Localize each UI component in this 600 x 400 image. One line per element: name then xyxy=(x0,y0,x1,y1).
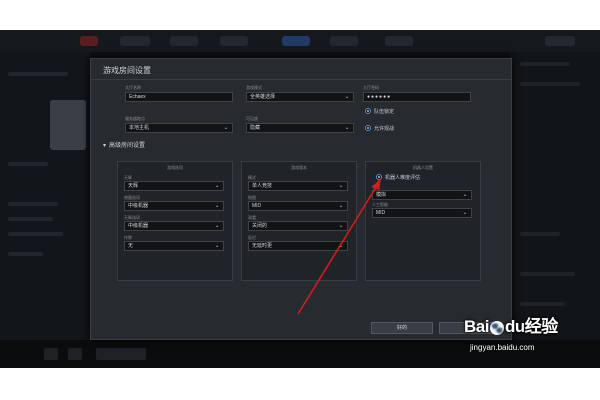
baidu-jingyan-watermark-logo: Bai 🐾 du经验 xyxy=(464,312,558,337)
arrow-shaft xyxy=(297,183,379,315)
arrow-head xyxy=(372,178,381,190)
watermark-logo-part: 经验 xyxy=(524,317,559,336)
watermark-url: jingyan.baidu.com xyxy=(470,343,535,352)
watermark-logo-part: Bai xyxy=(464,317,489,336)
watermark-logo-part: du xyxy=(504,317,525,336)
paw-icon: 🐾 xyxy=(489,320,504,335)
